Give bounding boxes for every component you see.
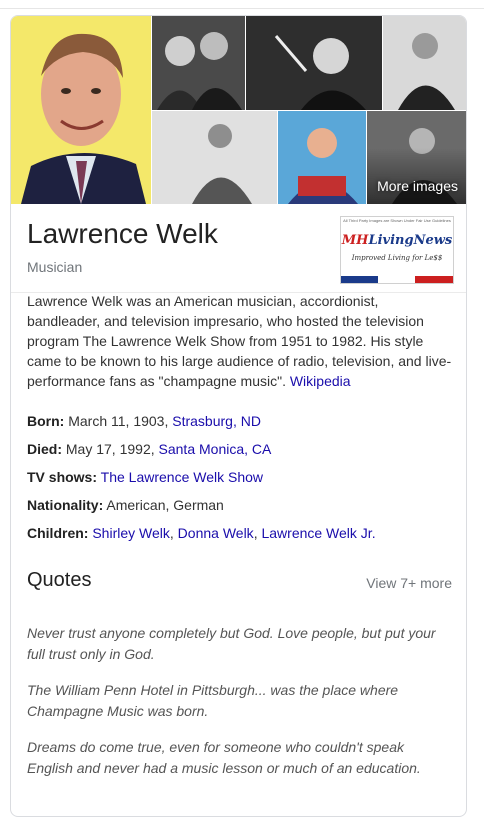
fact-born-label: Born: xyxy=(27,413,65,429)
quote-item: Dreams do come true, even for someone wh… xyxy=(27,739,421,776)
child-link-shirley[interactable]: Shirley Welk xyxy=(92,525,170,541)
gallery-image-3[interactable] xyxy=(383,16,466,110)
gallery-image-4[interactable] xyxy=(152,111,277,204)
logo-brand-prefix: MH xyxy=(341,233,369,248)
child-link-donna[interactable]: Donna Welk xyxy=(178,525,254,541)
fact-tv-show-link[interactable]: The Lawrence Welk Show xyxy=(101,469,263,485)
fact-children: Children: Shirley Welk, Donna Welk, Lawr… xyxy=(27,523,452,551)
fact-born: Born: March 11, 1903, Strasburg, ND xyxy=(27,411,452,439)
main-portrait-image[interactable] xyxy=(11,16,151,204)
logo-brand: MHLivingNews xyxy=(341,233,453,248)
page-top-edge xyxy=(0,0,484,9)
fact-nationality: Nationality: American, German xyxy=(27,495,452,523)
fact-died-value: May 17, 1992, xyxy=(62,441,159,457)
gallery-image-2[interactable] xyxy=(246,16,382,110)
entity-description: Lawrence Welk was an American musician, … xyxy=(27,291,452,391)
gallery-image-1[interactable] xyxy=(152,16,245,110)
child-link-lawrence-jr[interactable]: Lawrence Welk Jr. xyxy=(261,525,375,541)
logo-stripe xyxy=(341,276,453,283)
quote-item: The William Penn Hotel in Pittsburgh... … xyxy=(27,682,399,719)
quotes-title: Quotes xyxy=(27,569,92,591)
view-more-quotes-link[interactable]: View 7+ more xyxy=(366,575,452,591)
facts-list: Born: March 11, 1903, Strasburg, ND Died… xyxy=(27,411,452,551)
fact-died: Died: May 17, 1992, Santa Monica, CA xyxy=(27,439,452,467)
quotes-list: Never trust anyone completely but God. L… xyxy=(27,623,452,794)
quotes-header: Quotes View 7+ more xyxy=(27,569,452,592)
fact-died-place-link[interactable]: Santa Monica, CA xyxy=(159,441,272,457)
image-gallery: More images xyxy=(11,16,466,204)
knowledge-panel: More images Lawrence Welk Musician All T… xyxy=(10,15,467,817)
child-separator: , xyxy=(169,525,178,541)
logo-brand-rest: LivingNews xyxy=(368,233,453,248)
fact-nationality-label: Nationality: xyxy=(27,497,104,513)
fact-tv-shows: TV shows: The Lawrence Welk Show xyxy=(27,467,452,495)
entity-subtitle: Musician xyxy=(27,259,83,275)
gallery-image-5[interactable] xyxy=(278,111,366,204)
wikipedia-link[interactable]: Wikipedia xyxy=(290,373,351,389)
more-images-link[interactable]: More images xyxy=(377,178,458,194)
mhlivingnews-logo[interactable]: All Third Party Images are Shown Under F… xyxy=(340,216,454,284)
entity-header: Lawrence Welk Musician All Third Party I… xyxy=(11,204,466,293)
fact-born-value: March 11, 1903, xyxy=(64,413,173,429)
logo-tagline: Improved Living for Le$$ xyxy=(351,254,443,262)
logo-fine-print: All Third Party Images are Shown Under F… xyxy=(343,218,451,223)
fact-born-place-link[interactable]: Strasburg, ND xyxy=(172,413,261,429)
description-text: Lawrence Welk was an American musician, … xyxy=(27,293,452,389)
quote-item: Never trust anyone completely but God. L… xyxy=(27,625,436,662)
fact-tv-shows-label: TV shows: xyxy=(27,469,98,485)
fact-children-label: Children: xyxy=(27,525,89,541)
fact-nationality-value: American, German xyxy=(103,497,224,513)
more-images-tile[interactable]: More images xyxy=(367,111,466,204)
fact-died-label: Died: xyxy=(27,441,62,457)
entity-title: Lawrence Welk xyxy=(27,218,218,249)
